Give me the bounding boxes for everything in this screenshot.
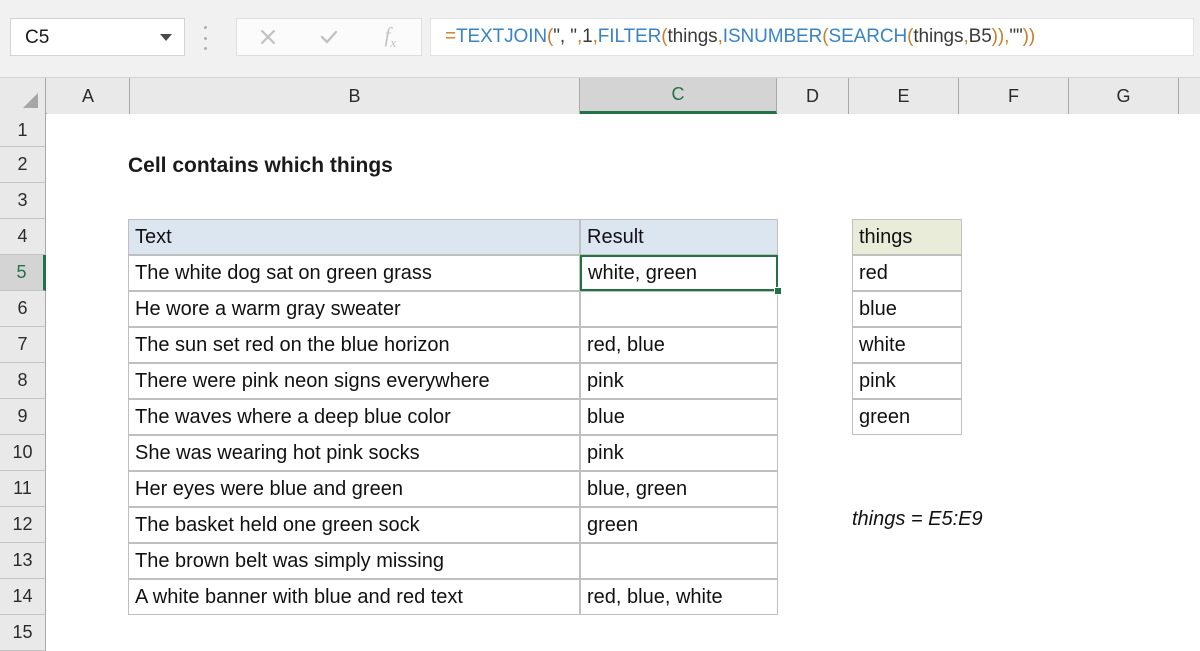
cell-c6[interactable] [580,291,778,327]
formula-bar-separator [203,26,207,50]
formula-token: SEARCH [829,26,908,47]
select-all-corner[interactable] [0,78,46,114]
cell-e5[interactable]: red [852,255,962,291]
row-header-13[interactable]: 13 [0,543,46,579]
cell-c13[interactable] [580,543,778,579]
row-header-column: 123456789101112131415 [0,114,46,651]
row-header-11[interactable]: 11 [0,471,46,507]
cell-b11[interactable]: Her eyes were blue and green [128,471,580,507]
formula-token: B5 [969,26,992,47]
formula-token: )) [1023,26,1035,47]
row-header-1[interactable]: 1 [0,114,46,147]
cell-c8[interactable]: pink [580,363,778,399]
table-header-text[interactable]: Text [128,219,580,255]
column-header-a[interactable]: A [47,78,130,114]
row-header-8[interactable]: 8 [0,363,46,399]
column-header-b[interactable]: B [130,78,580,114]
worksheet-grid[interactable]: Cell contains which things TextResultThe… [47,114,1200,630]
cell-b9[interactable]: The waves where a deep blue color [128,399,580,435]
select-all-triangle-icon [23,93,38,108]
row-header-6[interactable]: 6 [0,291,46,327]
cell-b14[interactable]: A white banner with blue and red text [128,579,580,615]
formula-token: "" [1009,26,1022,47]
cell-c9[interactable]: blue [580,399,778,435]
formula-token: = [445,26,456,47]
chevron-down-icon[interactable] [160,34,172,41]
named-range-note: things = E5:E9 [852,508,983,531]
cell-c14[interactable]: red, blue, white [580,579,778,615]
row-header-5[interactable]: 5 [0,255,46,291]
cell-b8[interactable]: There were pink neon signs everywhere [128,363,580,399]
formula-token: 1 [582,26,592,47]
cancel-icon[interactable] [237,26,298,48]
cell-e6[interactable]: blue [852,291,962,327]
row-header-10[interactable]: 10 [0,435,46,471]
cell-b7[interactable]: The sun set red on the blue horizon [128,327,580,363]
row-header-12[interactable]: 12 [0,507,46,543]
cell-c10[interactable]: pink [580,435,778,471]
cell-b5[interactable]: The white dog sat on green grass [128,255,580,291]
row-header-3[interactable]: 3 [0,183,46,219]
cell-b10[interactable]: She was wearing hot pink socks [128,435,580,471]
page-title: Cell contains which things [128,154,393,178]
fill-handle[interactable] [774,287,782,295]
cell-c5[interactable]: white, green [580,255,778,291]
column-header-e[interactable]: E [849,78,959,114]
formula-text: =TEXTJOIN(", ",1,FILTER(things,ISNUMBER(… [445,26,1035,48]
cell-b13[interactable]: The brown belt was simply missing [128,543,580,579]
row-header-9[interactable]: 9 [0,399,46,435]
row-header-15[interactable]: 15 [0,615,46,651]
things-header[interactable]: things [852,219,962,255]
row-header-14[interactable]: 14 [0,579,46,615]
row-header-7[interactable]: 7 [0,327,46,363]
formula-input[interactable]: =TEXTJOIN(", ",1,FILTER(things,ISNUMBER(… [430,18,1194,56]
cell-b12[interactable]: The basket held one green sock [128,507,580,543]
name-box[interactable]: C5 [10,18,185,56]
formula-token: )) [992,26,1004,47]
cell-c11[interactable]: blue, green [580,471,778,507]
formula-token: ", " [553,26,577,47]
column-header-row: ABCDEFG [0,78,1200,114]
formula-token: things [667,26,717,47]
cell-b6[interactable]: He wore a warm gray sweater [128,291,580,327]
enter-icon[interactable] [298,26,359,48]
column-header-c[interactable]: C [580,78,777,114]
formula-action-buttons: fx [236,18,422,56]
cell-e7[interactable]: white [852,327,962,363]
name-box-value: C5 [25,28,160,47]
insert-function-icon[interactable]: fx [360,25,421,49]
column-header-d[interactable]: D [777,78,849,114]
cell-c7[interactable]: red, blue [580,327,778,363]
table-header-result[interactable]: Result [580,219,778,255]
formula-bar: C5 fx =TEXTJOIN(", ",1,FILTER(things,ISN… [0,0,1200,78]
formula-token: TEXTJOIN [456,26,547,47]
cell-e9[interactable]: green [852,399,962,435]
column-header-f[interactable]: F [959,78,1069,114]
column-header-blank[interactable] [1179,78,1200,114]
cell-c12[interactable]: green [580,507,778,543]
formula-token: ISNUMBER [723,26,823,47]
formula-token: things [913,26,963,47]
column-header-g[interactable]: G [1069,78,1179,114]
cell-e8[interactable]: pink [852,363,962,399]
formula-token: FILTER [598,26,661,47]
row-header-2[interactable]: 2 [0,147,46,183]
row-header-4[interactable]: 4 [0,219,46,255]
